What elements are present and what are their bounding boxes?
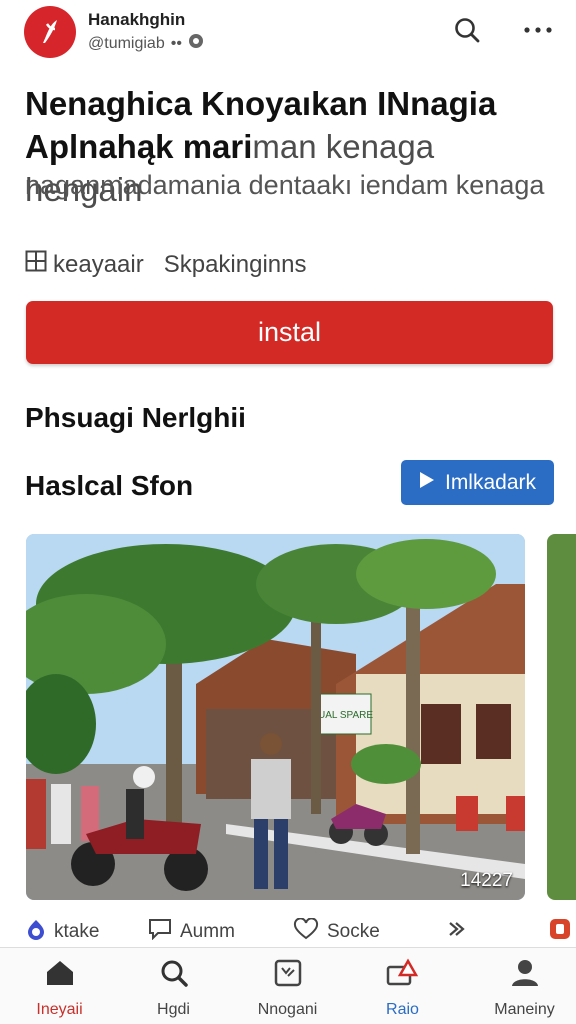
apps-icon [273,958,303,993]
action-3-label: Socke [327,921,380,942]
bottom-nav: Ineyaii Hgdi Nnogani Raio Maneiny [0,948,576,1024]
app-meta-row: keayaair Skpakinginns [25,250,306,279]
street-photo: JUAL SPARE [26,534,525,900]
alert-tv-icon [384,958,422,993]
next-card-badge-icon[interactable] [549,918,571,940]
share-icon[interactable] [446,918,468,940]
verified-icon [188,33,204,54]
account-name[interactable]: Hanakhghin [88,10,185,30]
action-3[interactable]: Socke [293,917,380,946]
action-2[interactable]: Aumm [148,918,235,946]
heart-icon [293,917,319,946]
nav-radio[interactable]: Raio [345,958,460,1019]
action-1[interactable]: ktake [26,918,99,946]
nav-search-label: Hgdi [157,1001,190,1018]
grid-icon [25,250,47,279]
profile-icon [510,958,540,993]
shop-sign-text: JUAL SPARE [313,710,373,721]
nav-radio-label: Raio [386,1001,419,1018]
image-count: 14227 [460,870,513,891]
nav-profile-label: Maneiny [494,1001,555,1018]
nav-apps-label: Nnogani [257,1001,318,1018]
section-heading-1: Phsuagi Nerlghii [25,402,246,433]
next-card-peek[interactable] [547,534,576,900]
nav-home-label: Ineyaii [36,1001,83,1018]
app-subtitle: naganmadamania dentaakı iendam kenaga [25,170,545,200]
action-2-label: Aumm [180,921,235,942]
app-header: Hanakhghin @tumigiab •• [0,0,576,66]
handle-dots: •• [170,34,182,52]
meta-category[interactable]: keayaair [53,251,144,279]
section-heading-2: Haslcal Sfon [25,470,194,501]
play-button-label: Imlkadark [444,470,537,494]
install-button[interactable]: instal [26,301,553,364]
search-icon [159,958,189,993]
play-button[interactable]: Imlkadark [401,460,554,505]
shield-icon [26,918,46,946]
meta-rating[interactable]: Skpakinginns [164,251,307,279]
account-handle: @tumigiab [88,34,165,52]
home-icon [44,958,76,993]
nav-search[interactable]: Hgdi [116,958,231,1019]
search-icon[interactable] [451,14,483,46]
app-logo-icon[interactable] [24,6,76,58]
more-icon[interactable] [522,14,554,46]
nav-profile[interactable]: Maneiny [467,958,576,1019]
nav-apps[interactable]: Nnogani [230,958,345,1019]
comment-icon [148,918,172,946]
nav-home[interactable]: Ineyaii [2,958,117,1019]
account-handle-row: @tumigiab •• [88,33,204,54]
action-1-label: ktake [54,921,100,942]
play-icon [419,471,435,495]
action-row: ktake Aumm Socke [0,917,576,948]
media-card[interactable]: JUAL SPARE 14227 [26,534,525,900]
